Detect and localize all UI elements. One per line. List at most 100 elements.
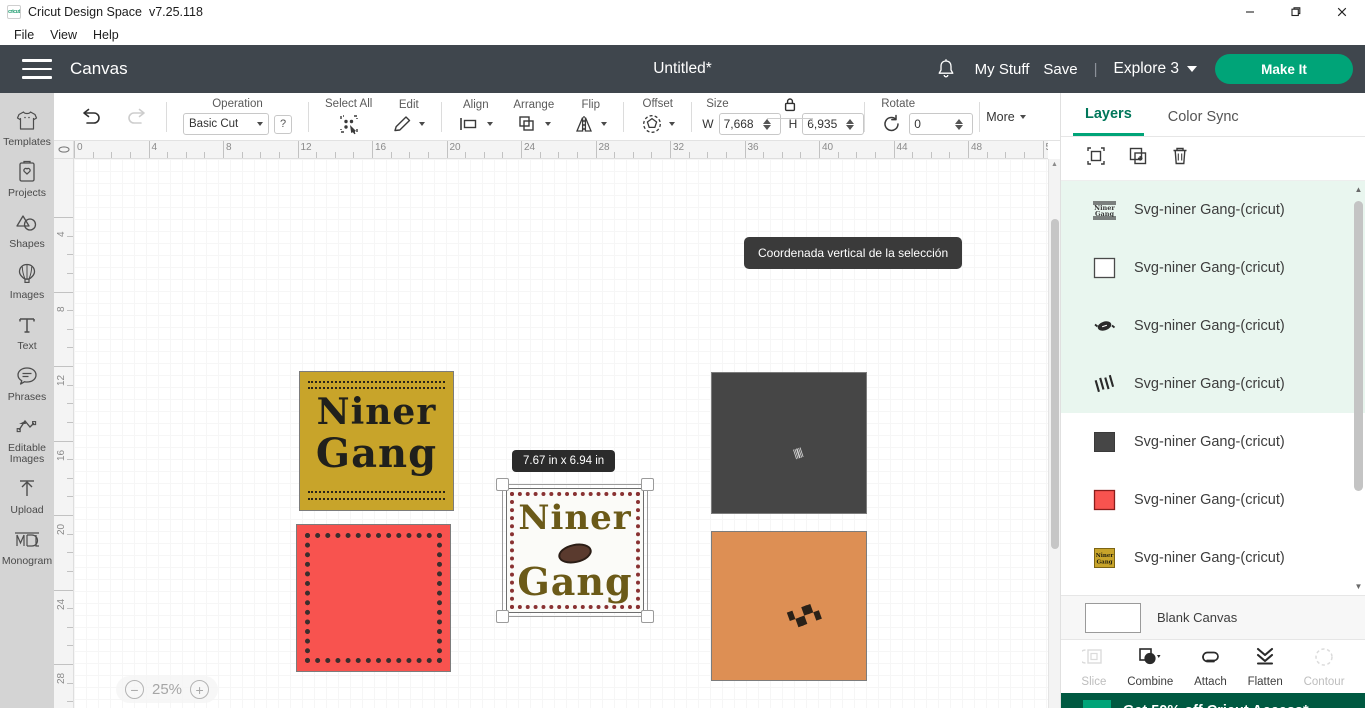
menu-file[interactable]: File (6, 27, 42, 43)
rotate-stepper[interactable] (955, 118, 964, 130)
minimize-icon[interactable] (1227, 0, 1273, 24)
resize-handle-br[interactable] (641, 610, 654, 623)
sidebar-item-monogram[interactable]: Monogram (0, 520, 54, 571)
sidebar-item-text[interactable]: Text (0, 305, 54, 356)
select-all-group: Select All (315, 93, 382, 141)
duplicate-icon[interactable] (1127, 145, 1149, 172)
panel-scroll-down-icon[interactable]: ▼ (1354, 582, 1363, 591)
make-it-button[interactable]: Make It (1215, 54, 1353, 84)
attach-icon (1197, 646, 1223, 673)
height-stepper[interactable] (846, 118, 855, 130)
ruler-minor-tick (204, 152, 206, 158)
sidebar-item-projects[interactable]: Projects (0, 152, 54, 203)
delete-icon[interactable] (1169, 145, 1191, 172)
red-frame-tile[interactable] (296, 524, 451, 672)
scroll-thumb[interactable] (1051, 219, 1059, 549)
machine-selector[interactable]: Explore 3 (1114, 60, 1197, 78)
layers-scrollbar[interactable]: ▲ ▼ (1354, 185, 1363, 591)
tab-color-sync[interactable]: Color Sync (1156, 109, 1251, 136)
dark-gray-tile[interactable]: ⦀⦀ (711, 372, 867, 514)
slice-icon (1078, 646, 1106, 673)
chevron-down-icon[interactable] (601, 122, 608, 126)
flatten-button[interactable]: Flatten (1248, 646, 1283, 688)
panel-scroll-up-icon[interactable]: ▲ (1354, 185, 1363, 194)
sidebar-item-upload[interactable]: Upload (0, 469, 54, 520)
sidebar-item-phrases[interactable]: Phrases (0, 356, 54, 407)
contour-button[interactable]: Contour (1304, 646, 1345, 688)
list-item[interactable]: Svg-niner Gang-(cricut) (1061, 297, 1365, 355)
sidebar-item-templates[interactable]: Templates (0, 101, 54, 152)
undo-button[interactable] (68, 106, 114, 128)
orange-tile[interactable]: ▚▞▚ (711, 531, 867, 681)
offset-icon[interactable] (640, 113, 664, 135)
lock-bracket (767, 118, 813, 124)
ruler-major-tick (54, 589, 73, 591)
gold-niner-gang-tile[interactable]: Niner Gang (299, 371, 454, 511)
my-stuff-link[interactable]: My Stuff (975, 61, 1030, 78)
flip-icon[interactable] (574, 114, 596, 134)
arrange-group: Arrange (503, 93, 564, 141)
ruler-major-tick (521, 141, 522, 158)
operation-select[interactable]: Basic Cut (183, 113, 269, 135)
blank-canvas-row[interactable]: Blank Canvas (1061, 595, 1365, 639)
list-item[interactable]: Niner Gang Svg-niner Gang-(cricut) (1061, 181, 1365, 239)
list-item[interactable]: Svg-niner Gang-(cricut) (1061, 355, 1365, 413)
sidebar-item-images[interactable]: Images (0, 254, 54, 305)
zoom-in-button[interactable]: + (190, 680, 210, 699)
ruler-label: 8 (226, 142, 232, 153)
list-item[interactable]: Svg-niner Gang-(cricut) (1061, 239, 1365, 297)
width-stepper[interactable] (762, 118, 771, 130)
more-button[interactable]: More (986, 110, 1026, 124)
ruler-minor-tick (465, 152, 467, 158)
canvas-vertical-scrollbar[interactable]: ▲ ▼ (1048, 159, 1060, 708)
sidebar-item-shapes[interactable]: Shapes (0, 203, 54, 254)
menu-view[interactable]: View (42, 27, 85, 43)
menu-help[interactable]: Help (85, 27, 127, 43)
blank-canvas-swatch[interactable] (1085, 602, 1141, 633)
vertical-ruler[interactable]: 4 8 12 16 20 24 28 (54, 159, 74, 708)
list-item[interactable]: Svg-niner Gang-(cricut) (1061, 471, 1365, 529)
tab-layers[interactable]: Layers (1073, 106, 1144, 136)
list-item[interactable]: Niner Gang Svg-niner Gang-(cricut) (1061, 529, 1365, 587)
chevron-down-icon[interactable] (669, 122, 676, 126)
resize-handle-tr[interactable] (641, 478, 654, 491)
chevron-down-icon[interactable] (487, 122, 494, 126)
rotate-icon[interactable] (881, 114, 903, 134)
save-button[interactable]: Save (1043, 61, 1077, 78)
combine-button[interactable]: Combine (1127, 646, 1173, 688)
layer-list[interactable]: Niner Gang Svg-niner Gang-(cricut) Svg-n… (1061, 181, 1365, 595)
chevron-down-icon[interactable] (545, 122, 552, 126)
cricut-access-promo[interactable]: a Get 50% off Cricut Access* (1061, 693, 1365, 708)
ruler-label: 16 (56, 449, 67, 461)
align-icon[interactable] (458, 114, 482, 134)
horizontal-ruler[interactable]: 0481216202428323640444852 (74, 141, 1048, 159)
zoom-out-button[interactable]: − (125, 680, 144, 699)
design-canvas[interactable]: Niner Gang ⦀⦀ ▚▞▚ Niner Gang 7.67 in x 6… (74, 159, 1048, 708)
rotate-input[interactable] (909, 113, 974, 135)
chevron-down-icon (257, 122, 263, 126)
group-icon[interactable] (1085, 145, 1107, 172)
panel-scroll-thumb[interactable] (1354, 201, 1363, 491)
close-icon[interactable] (1319, 0, 1365, 24)
ruler-unit-toggle[interactable] (54, 141, 74, 159)
list-item[interactable]: Svg-niner Gang-(cricut) (1061, 413, 1365, 471)
edit-icon[interactable] (392, 114, 414, 134)
redo-button[interactable] (114, 106, 160, 128)
maximize-icon[interactable] (1273, 0, 1319, 24)
zoom-level: 25% (152, 681, 183, 698)
select-all-icon[interactable] (338, 113, 360, 135)
notification-bell-icon[interactable] (931, 58, 961, 80)
attach-button[interactable]: Attach (1194, 646, 1227, 688)
slice-button[interactable]: Slice (1078, 646, 1106, 688)
hamburger-menu-icon[interactable] (22, 59, 52, 79)
scroll-up-icon[interactable]: ▲ (1049, 159, 1060, 171)
operation-help-button[interactable]: ? (274, 114, 292, 134)
sidebar-item-editable-images[interactable]: Editable Images (0, 407, 54, 469)
selection-box[interactable]: Niner Gang 7.67 in x 6.94 in (496, 450, 654, 623)
resize-handle-bl[interactable] (496, 610, 509, 623)
lock-aspect-icon[interactable] (783, 97, 797, 117)
football-mark: ▚▞▚ (787, 603, 820, 630)
arrange-icon[interactable] (516, 114, 540, 134)
chevron-down-icon[interactable] (419, 122, 426, 126)
resize-handle-tl[interactable] (496, 478, 509, 491)
